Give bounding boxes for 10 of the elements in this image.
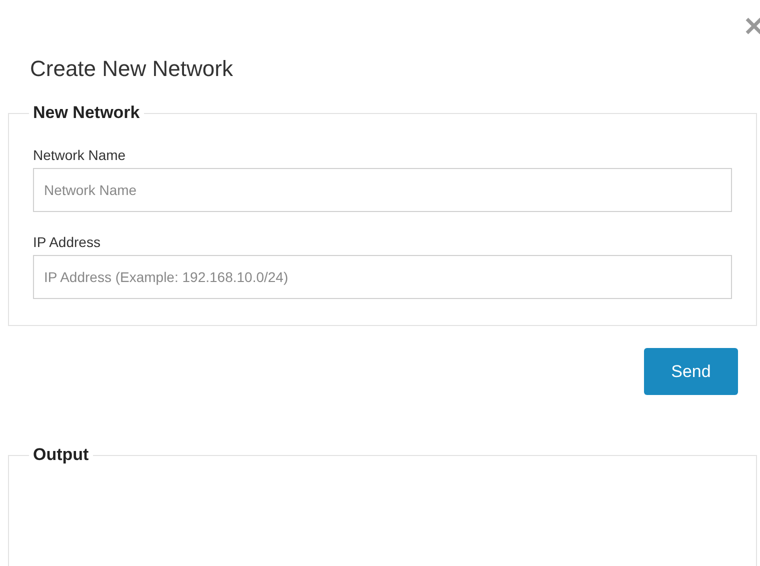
field-label: IP Address — [33, 234, 102, 250]
close-icon — [744, 16, 760, 36]
close-button[interactable] — [744, 16, 760, 36]
dialog-title: Create New Network — [30, 56, 233, 82]
panel-legend: Output — [29, 445, 93, 465]
field-label: Network Name — [33, 147, 127, 163]
panel-legend: New Network — [29, 103, 144, 123]
input-field[interactable]: IP Address (Example: 192.168.10.0/24) — [33, 255, 732, 299]
send-button[interactable]: Send — [644, 348, 738, 395]
input-field[interactable]: Network Name — [33, 168, 732, 212]
